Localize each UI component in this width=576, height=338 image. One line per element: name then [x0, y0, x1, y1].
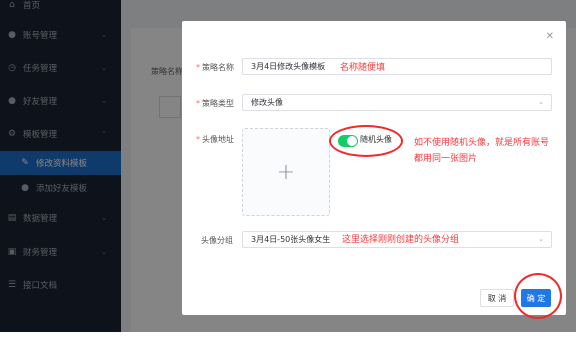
type-label: * 策略类型 [196, 99, 234, 108]
annotation-random-note-2: 都用同一张图片 [414, 154, 478, 164]
avatar-label: * 头像地址 [196, 135, 234, 144]
chevron-down-icon: ⌄ [538, 98, 544, 106]
type-select-value: 修改头像 [251, 98, 283, 107]
avatar-upload[interactable]: + [242, 128, 330, 216]
chevron-down-icon: ⌄ [538, 235, 544, 243]
group-select-value: 3月4日-50张头像女生 [251, 235, 331, 244]
annotation-name-note: 名称随便填 [340, 63, 386, 73]
annotation-random-note-1: 如不使用随机头像，就是所有账号 [414, 138, 550, 148]
cancel-button[interactable]: 取 消 [480, 289, 514, 307]
annotation-circle-switch [329, 125, 403, 157]
name-input[interactable]: 3月4日修改头像模板 [242, 58, 552, 75]
name-input-value: 3月4日修改头像模板 [251, 62, 326, 71]
close-icon[interactable]: ✕ [546, 31, 554, 42]
annotation-circle-confirm [514, 273, 562, 319]
annotation-group-note: 这里选择刚刚创建的头像分组 [342, 235, 460, 245]
plus-icon: + [276, 159, 296, 185]
type-select[interactable]: 修改头像 ⌄ [242, 94, 552, 111]
group-label: 头像分组 [201, 236, 233, 245]
name-label: * 策略名称 [196, 63, 234, 72]
